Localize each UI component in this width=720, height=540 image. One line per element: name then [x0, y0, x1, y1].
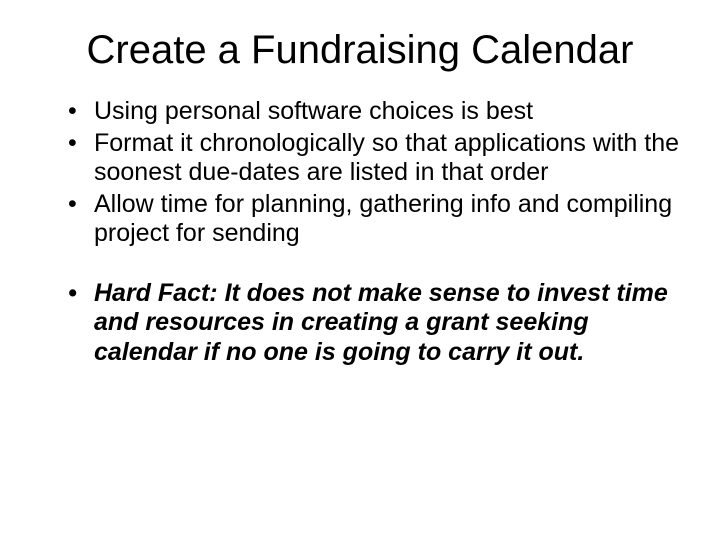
list-item: Allow time for planning, gathering info …: [68, 190, 680, 249]
list-item: Using personal software choices is best: [68, 97, 680, 127]
bullet-list-emphasis: Hard Fact: It does not make sense to inv…: [40, 279, 680, 368]
list-item-hard-fact: Hard Fact: It does not make sense to inv…: [68, 279, 680, 368]
list-item: Format it chronologically so that applic…: [68, 129, 680, 188]
slide: Create a Fundraising Calendar Using pers…: [0, 0, 720, 540]
bullet-list: Using personal software choices is best …: [40, 97, 680, 249]
slide-title: Create a Fundraising Calendar: [40, 28, 680, 73]
spacer: [40, 251, 680, 279]
